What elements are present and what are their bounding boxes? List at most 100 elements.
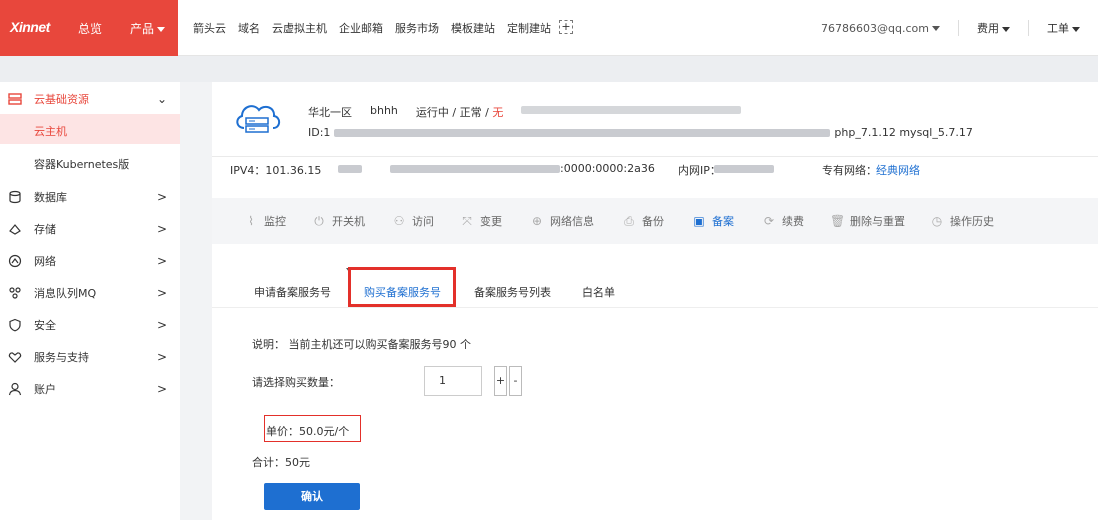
sidebar-item-database[interactable]: 数据库 >	[0, 184, 180, 210]
tool-label: 备案	[712, 215, 734, 228]
tab-record-number-list[interactable]: 备案服务号列表	[474, 284, 551, 300]
quantity-label: 请选择购买数量：	[252, 376, 340, 389]
redacted-text	[334, 128, 831, 137]
tool-label: 续费	[782, 215, 804, 228]
quantity-input[interactable]: 1	[424, 366, 482, 396]
sidebar-item-mq[interactable]: 消息队列MQ >	[0, 280, 180, 306]
trash-icon: 🗑	[830, 214, 846, 228]
tool-label: 备份	[642, 215, 664, 228]
delete-reset-button[interactable]: 🗑 删除与重置	[830, 213, 905, 229]
nav-link-enterprise-mail[interactable]: 企业邮箱	[339, 20, 383, 36]
sidebar-item-kubernetes[interactable]: 容器Kubernetes版	[0, 148, 180, 178]
chevron-down-icon	[932, 26, 940, 31]
add-shortcut-icon[interactable]: +	[559, 20, 573, 34]
tab-whitelist[interactable]: 白名单	[582, 284, 615, 300]
sidebar-item-cloud-host[interactable]: 云主机	[0, 114, 180, 144]
ipv4-label: IPV4：101.36.15	[230, 164, 322, 177]
redacted-text	[338, 165, 362, 173]
monitor-icon: ⌇	[248, 214, 254, 228]
backup-icon: ⎙	[624, 214, 634, 228]
nav-link-virtual-host[interactable]: 云虚拟主机	[272, 20, 327, 36]
sidebar-item-label: 存储	[34, 223, 56, 236]
chevron-right-icon: >	[157, 222, 168, 236]
host-env: php_7.1.12 mysql_5.7.17	[834, 126, 973, 139]
ipv6-value: :0000:0000:2a36	[560, 162, 655, 175]
redacted-text	[521, 106, 742, 114]
sidebar-item-security[interactable]: 安全 >	[0, 312, 180, 338]
monitor-button[interactable]: ⌇ 监控	[244, 213, 286, 229]
network-info-button[interactable]: ⊕ 网络信息	[530, 213, 594, 229]
access-button[interactable]: ⚇ 访问	[392, 213, 434, 229]
action-toolbar: ⌇ 监控 ⏻ 开关机 ⚇ 访问 ⤧ 变更 ⊕ 网络信息 ⎙ 备份 ▣ 备案 ⟳ 续费 🗑 删除与重…	[212, 198, 1098, 244]
top-nav-links: 箭头云 域名 云虚拟主机 企业邮箱 服务市场 模板建站 定制建站 +	[193, 20, 585, 36]
chevron-right-icon: >	[157, 286, 168, 300]
record-button[interactable]: ▣ 备案	[692, 213, 734, 229]
tool-label: 开关机	[332, 215, 365, 228]
confirm-button[interactable]: 确认	[264, 483, 360, 510]
storage-icon	[8, 222, 22, 236]
host-id-prefix: ID:1	[308, 126, 331, 139]
sidebar-item-network[interactable]: 网络 >	[0, 248, 180, 274]
tool-label: 监控	[264, 215, 286, 228]
quantity-increment-button[interactable]: +	[494, 366, 507, 396]
tool-label: 网络信息	[550, 215, 594, 228]
tab-apply-record-number[interactable]: 申请备案服务号	[254, 284, 331, 300]
cloud-host-icon	[232, 98, 284, 138]
highlight-annotation-box	[348, 267, 456, 307]
chevron-right-icon: >	[157, 254, 168, 268]
host-status-text: 运行中 / 正常 /	[415, 106, 493, 119]
redacted-text	[390, 165, 560, 173]
sidebar-item-account[interactable]: 账户 >	[0, 376, 180, 402]
chevron-right-icon: >	[157, 382, 168, 396]
account-email: 76786603@qq.com	[821, 21, 929, 35]
sidebar-item-label: 安全	[34, 319, 56, 332]
chevron-down-icon	[1072, 26, 1080, 32]
overview-link[interactable]: 总览	[78, 20, 102, 37]
record-icon: ▣	[693, 214, 705, 228]
tool-label: 操作历史	[950, 215, 994, 228]
sidebar-group-label: 云基础资源	[34, 93, 89, 106]
mq-icon	[8, 286, 22, 300]
products-label: 产品	[130, 22, 155, 36]
billing-menu[interactable]: 费用	[958, 20, 1028, 36]
tool-label: 访问	[412, 215, 434, 228]
divider	[212, 156, 1098, 157]
chevron-down-icon	[157, 27, 166, 32]
purchase-description: 说明： 当前主机还可以购买备案服务号90 个	[252, 338, 471, 351]
host-name: bhhh	[370, 104, 398, 117]
account-menu[interactable]: 76786603@qq.com	[803, 22, 958, 35]
nav-link-template-site[interactable]: 模板建站	[451, 20, 495, 36]
products-menu[interactable]: 产品	[130, 20, 166, 37]
nav-link-domain[interactable]: 域名	[238, 20, 260, 36]
chevron-right-icon: >	[157, 350, 168, 364]
nav-link-arrow-cloud[interactable]: 箭头云	[193, 20, 226, 36]
sidebar-group-cloud-resources[interactable]: 云基础资源 ⌄	[0, 86, 180, 112]
nav-link-custom-site[interactable]: 定制建站	[507, 20, 551, 36]
network-icon	[8, 254, 22, 268]
sub-header-strip	[0, 56, 1098, 82]
host-region: 华北一区	[308, 106, 352, 119]
ticket-menu[interactable]: 工单	[1028, 20, 1098, 36]
server-icon	[8, 92, 22, 106]
change-button[interactable]: ⤧ 变更	[460, 213, 502, 229]
power-button[interactable]: ⏻ 开关机	[312, 213, 365, 229]
nav-link-service-market[interactable]: 服务市场	[395, 20, 439, 36]
sidebar-item-label: 数据库	[34, 191, 67, 204]
host-id-line: ID:1 php_7.1.12 mysql_5.7.17	[308, 126, 973, 139]
sidebar-item-label: 消息队列MQ	[34, 287, 97, 300]
xinnet-logo[interactable]: Xinnet	[10, 19, 50, 35]
redacted-text	[714, 165, 774, 173]
shield-icon	[8, 318, 22, 332]
history-button[interactable]: ◷ 操作历史	[930, 213, 994, 229]
backup-button[interactable]: ⎙ 备份	[622, 213, 664, 229]
quantity-decrement-button[interactable]: -	[509, 366, 522, 396]
vpc-link[interactable]: 经典网络	[876, 162, 920, 178]
renew-button[interactable]: ⟳ 续费	[762, 213, 804, 229]
total-price: 合计：50元	[252, 456, 310, 469]
support-icon	[8, 350, 22, 364]
sidebar-item-storage[interactable]: 存储 >	[0, 216, 180, 242]
chevron-down-icon	[1002, 26, 1010, 32]
user-icon	[8, 382, 22, 396]
sidebar-item-label: 服务与支持	[34, 351, 89, 364]
sidebar-item-support[interactable]: 服务与支持 >	[0, 344, 180, 370]
